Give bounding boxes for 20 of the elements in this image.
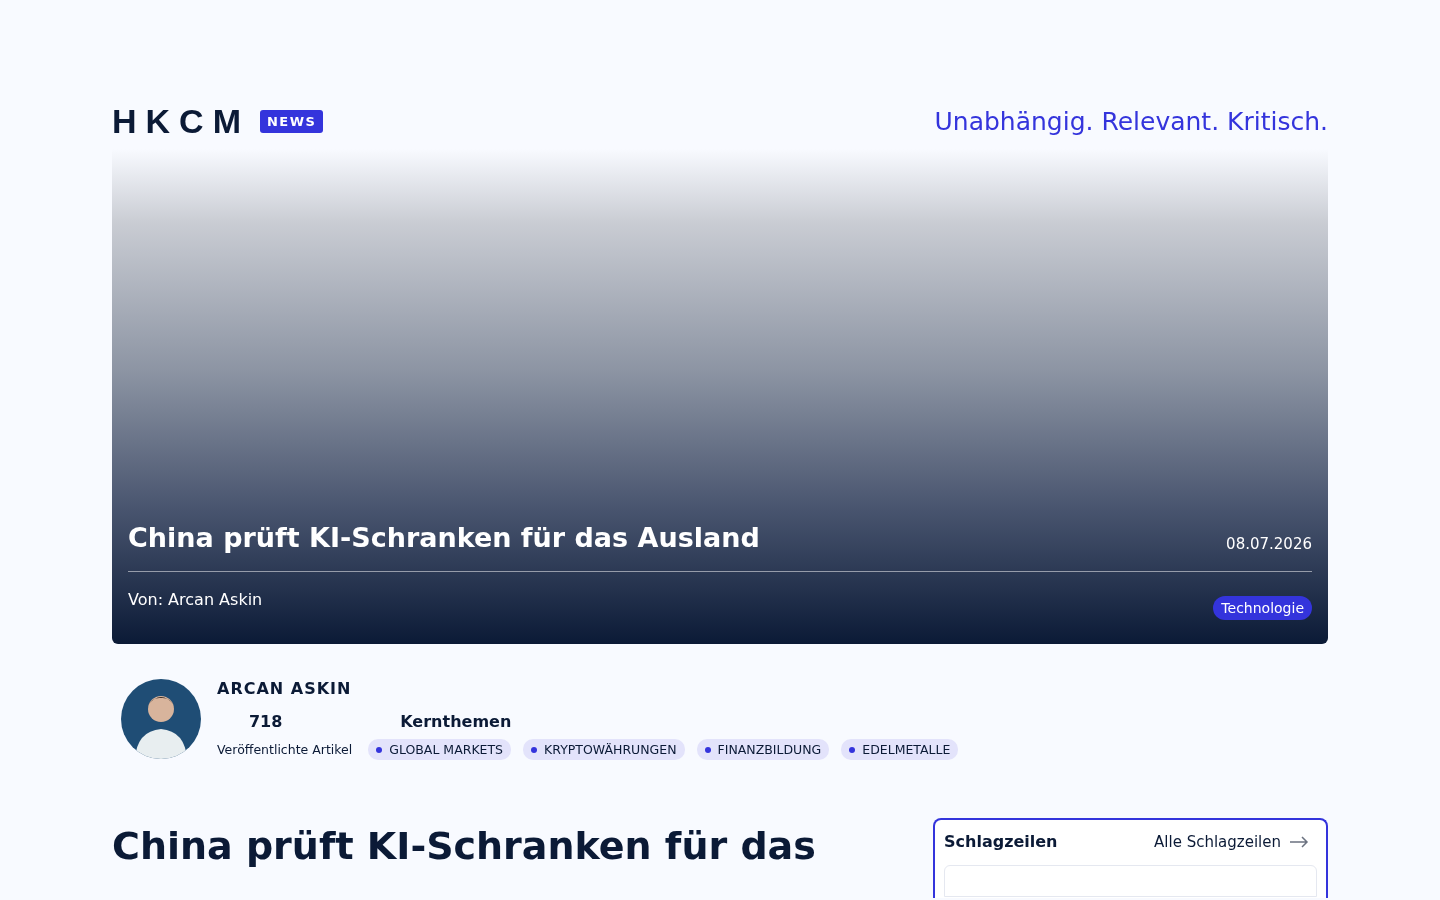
- topic-tag[interactable]: GLOBAL MARKETS: [368, 739, 512, 760]
- byline: Von: Arcan Askin: [128, 590, 263, 609]
- tagline: Unabhängig. Relevant. Kritisch.: [934, 106, 1328, 136]
- article-title: China prüft KI-Schranken für das: [112, 824, 816, 870]
- author-name: ARCAN ASKIN: [217, 679, 353, 698]
- hero-date: 08.07.2026: [1226, 535, 1312, 553]
- topic-tag[interactable]: KRYPTOWÄHRUNGEN: [523, 739, 685, 760]
- topic-tag[interactable]: FINANZBILDUNG: [696, 739, 830, 760]
- all-headlines-link[interactable]: Alle Schlagzeilen: [1154, 832, 1317, 851]
- topic-tag[interactable]: EDELMETALLE: [841, 739, 959, 760]
- article-count-label: Veröffentlichte Artikel: [217, 742, 353, 757]
- arrow-right-icon: [1289, 835, 1309, 848]
- headline-item[interactable]: [944, 865, 1317, 897]
- panel-title: Schlagzeilen: [944, 832, 1058, 851]
- article-count: 718: [248, 712, 283, 731]
- category-tag[interactable]: Technologie: [1213, 596, 1312, 620]
- news-badge: NEWS: [260, 109, 324, 133]
- logo: HKCM: [112, 101, 250, 141]
- topics-heading: Kernthemen: [400, 712, 513, 731]
- hero-title: China prüft KI-Schranken für das Ausland: [128, 522, 760, 553]
